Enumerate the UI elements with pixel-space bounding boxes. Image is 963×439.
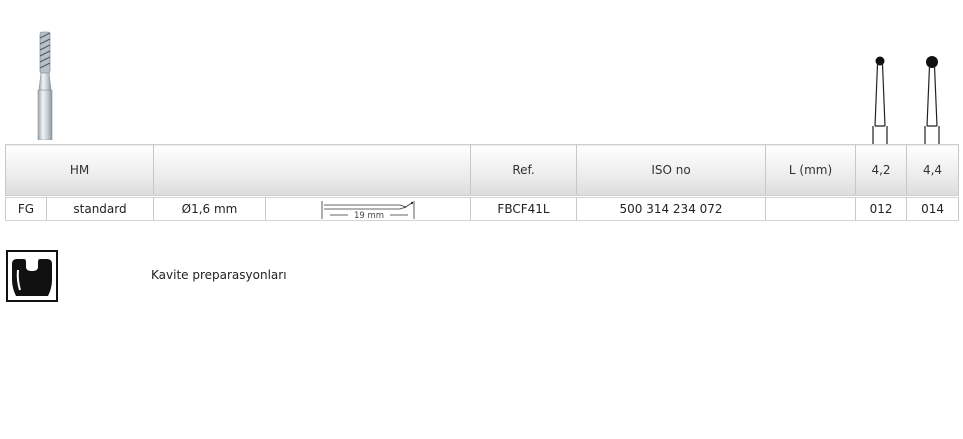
bur-size-4-4-image	[924, 56, 940, 144]
cell-length-value	[765, 197, 857, 221]
cell-ref: FBCF41L	[470, 197, 578, 221]
cell-code-2: 014	[906, 197, 960, 221]
product-table: HM Ref. ISO no L (mm) 4,2 4,4 FG standar…	[4, 144, 960, 221]
bur-length-diagram: 19 mm	[321, 201, 415, 220]
table-header-row: HM Ref. ISO no L (mm) 4,2 4,4	[4, 144, 960, 196]
indication-text: Kavite preparasyonları	[151, 268, 287, 282]
header-length: L (mm)	[765, 144, 857, 196]
cell-length-drawing: 19 mm	[265, 197, 472, 221]
header-ref: Ref.	[470, 144, 578, 196]
cell-length-type: standard	[45, 197, 155, 221]
header-iso: ISO no	[576, 144, 767, 196]
table-row: FG standard Ø1,6 mm 19 mm FBCF41L 500 31…	[5, 197, 960, 221]
cell-shank: FG	[5, 197, 47, 221]
header-size-1: 4,2	[855, 144, 908, 196]
bur-size-4-2-image	[872, 56, 888, 144]
header-blank	[153, 144, 472, 196]
header-size-2: 4,4	[906, 144, 960, 196]
cell-diameter: Ø1,6 mm	[153, 197, 267, 221]
bur-product-image	[37, 31, 53, 140]
header-material: HM	[4, 144, 155, 196]
length-drawing-label: 19 mm	[354, 211, 384, 220]
cell-code-1: 012	[855, 197, 908, 221]
cell-iso: 500 314 234 072	[576, 197, 767, 221]
cavity-preparation-icon	[6, 250, 58, 302]
